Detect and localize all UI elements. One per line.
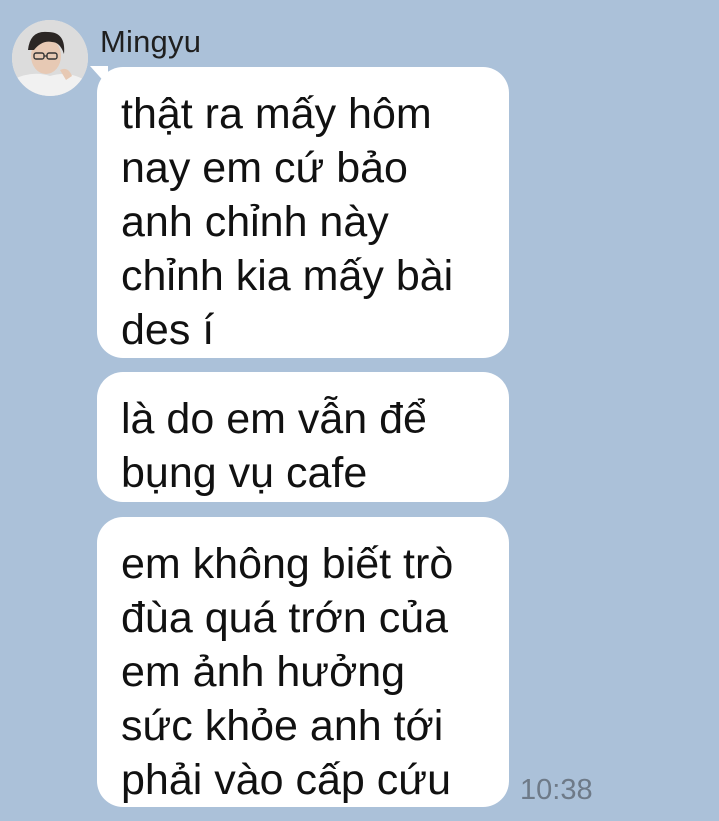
message-line: bụng vụ cafe [121,449,368,497]
message-line: nay em cứ bảo [121,144,408,192]
message-bubble[interactable]: là do em vẫn để bụng vụ cafe [97,372,509,502]
message-line: sức khỏe anh tới [121,702,444,750]
avatar-photo-icon [12,20,88,96]
message-bubble[interactable]: em không biết trò đùa quá trớn của em ản… [97,517,509,807]
message-line: thật ra mấy hôm [121,90,432,138]
sender-name: Mingyu [100,24,202,59]
message-line: em không biết trò [121,540,454,588]
chat-area: Mingyu thật ra mấy hôm nay em cứ bảo anh… [0,0,719,821]
message-timestamp: 10:38 [520,774,593,806]
avatar[interactable] [12,20,88,96]
message-line: phải vào cấp cứu [121,756,451,804]
message-line: là do em vẫn để [121,395,427,443]
message-line: em ảnh hưởng [121,648,406,696]
message-line: des í [121,306,215,354]
message-line: chỉnh kia mấy bài [121,252,454,300]
message-line: đùa quá trớn của [121,594,449,642]
message-line: anh chỉnh này [121,198,389,246]
message-bubble[interactable]: thật ra mấy hôm nay em cứ bảo anh chỉnh … [97,67,509,358]
